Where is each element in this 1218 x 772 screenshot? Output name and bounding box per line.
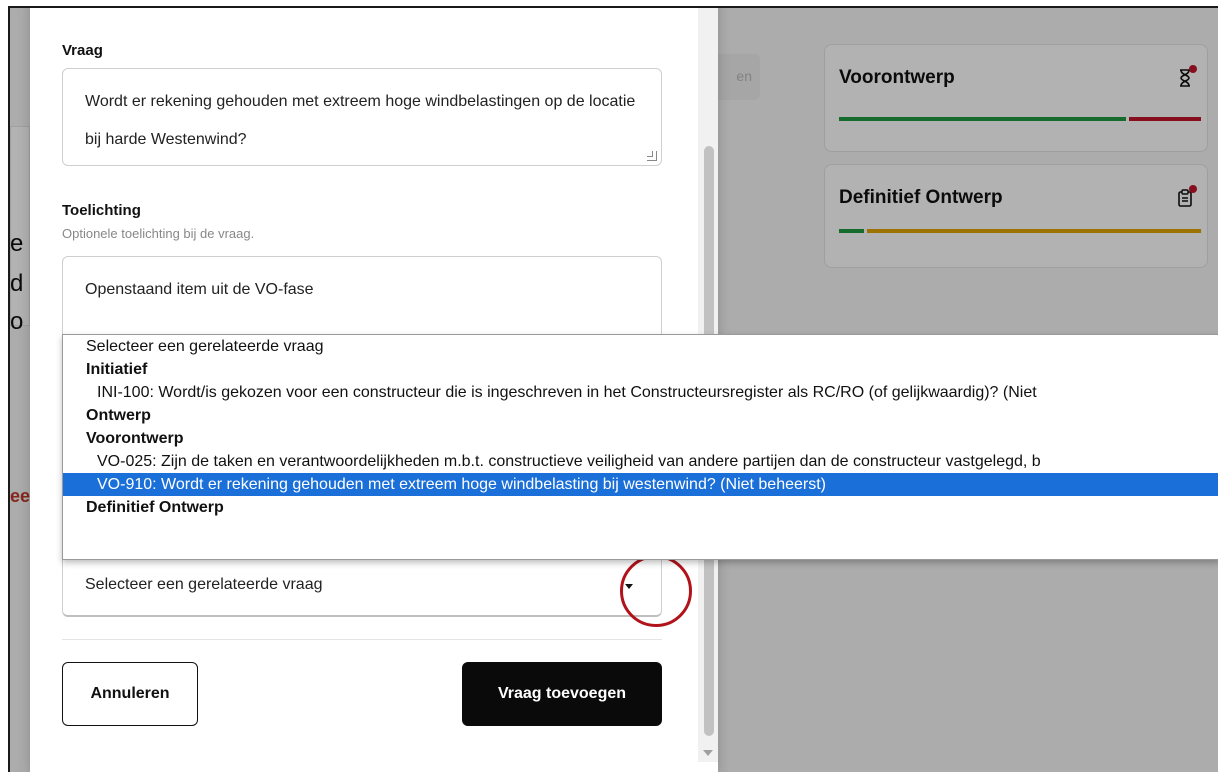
option-group-label: Voorontwerp [86, 430, 184, 447]
dropdown-option[interactable]: Selecteer een gerelateerde vraag [63, 335, 1218, 358]
annotation-circle [620, 555, 692, 627]
option-group-label: Ontwerp [86, 407, 151, 424]
explanation-label: Toelichting [62, 202, 141, 219]
cancel-button[interactable]: Annuleren [62, 662, 198, 726]
dropdown-option[interactable]: INI-100: Wordt/is gekozen voor een const… [63, 381, 1218, 404]
related-question-listbox[interactable]: Selecteer een gerelateerde vraag Initiati… [62, 334, 1218, 560]
add-question-button[interactable]: Vraag toevoegen [462, 662, 662, 726]
footer-divider [62, 639, 662, 640]
related-question-select[interactable]: Selecteer een gerelateerde vraag [62, 553, 662, 617]
explanation-textarea[interactable]: Openstaand item uit de VO-fase [62, 256, 662, 346]
option-group-label: Definitief Ontwerp [86, 499, 224, 516]
dropdown-option[interactable]: VO-025: Zijn de taken en verantwoordelij… [63, 450, 1218, 473]
screenshot-frame: e d o ee en Voorontwerp Definitief Ontwe… [8, 6, 1218, 772]
explanation-hint: Optionele toelichting bij de vraag. [62, 226, 255, 241]
select-value: Selecteer een gerelateerde vraag [85, 576, 323, 593]
question-textarea[interactable]: Wordt er rekening gehouden met extreem h… [62, 68, 662, 166]
scroll-down-arrow-icon[interactable] [703, 750, 713, 756]
explanation-text: Openstaand item uit de VO-fase [85, 281, 314, 298]
resize-handle-icon[interactable] [647, 151, 657, 161]
option-group-label: Initiatief [86, 361, 148, 378]
dropdown-option[interactable]: VO-910: Wordt er rekening gehouden met e… [63, 473, 1218, 496]
question-text: Wordt er rekening gehouden met extreem h… [85, 93, 636, 148]
question-label: Vraag [62, 42, 103, 59]
